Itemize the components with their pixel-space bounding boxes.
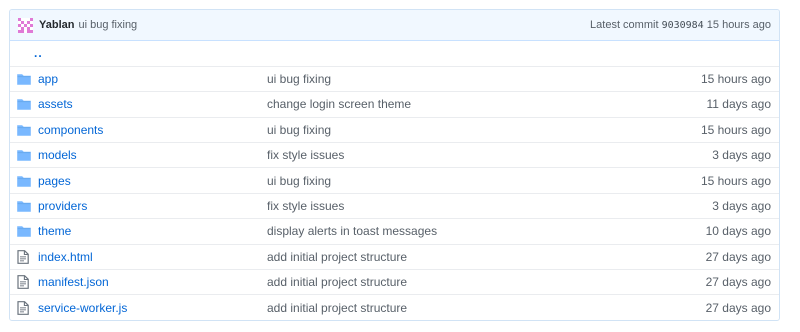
file-name-link[interactable]: pages <box>38 174 71 188</box>
file-name-link[interactable]: components <box>38 123 103 137</box>
commit-age: 27 days ago <box>705 300 771 315</box>
file-name-cell: pages <box>38 168 267 193</box>
commit-message-link[interactable]: fix style issues <box>267 199 344 213</box>
folder-icon <box>10 193 38 218</box>
file-icon <box>10 244 38 269</box>
commit-age: 15 hours ago <box>700 173 771 188</box>
file-name-link[interactable]: manifest.json <box>38 275 109 289</box>
commit-age: 3 days ago <box>712 148 771 163</box>
file-name-cell: index.html <box>38 244 267 269</box>
commit-message-link[interactable]: ui bug fixing <box>78 19 137 31</box>
commit-message-cell: ui bug fixing <box>267 66 618 91</box>
file-table: .. app ui bug fixing 15 hours ago assets cha… <box>10 41 779 320</box>
file-name-cell: models <box>38 143 267 168</box>
commit-message-cell: ui bug fixing <box>267 117 618 142</box>
file-row[interactable]: index.html add initial project structure 2… <box>10 244 779 269</box>
file-icon <box>10 295 38 320</box>
commit-message-link[interactable]: ui bug fixing <box>267 123 331 137</box>
commit-message-cell: add initial project structure <box>267 244 618 269</box>
commit-message-cell: display alerts in toast messages <box>267 219 618 244</box>
file-name-link[interactable]: theme <box>38 224 71 238</box>
file-row[interactable]: manifest.json add initial project structu… <box>10 269 779 295</box>
file-name-cell: providers <box>38 193 267 218</box>
file-row[interactable]: app ui bug fixing 15 hours ago <box>10 66 779 91</box>
file-name-cell: theme <box>38 219 267 244</box>
file-name-cell: manifest.json <box>38 270 267 295</box>
file-row[interactable]: assets change login screen theme 11 days a… <box>10 91 779 117</box>
up-tree-row[interactable]: .. <box>10 41 779 66</box>
file-name-link[interactable]: service-worker.js <box>38 301 127 315</box>
commit-message-link[interactable]: ui bug fixing <box>267 72 331 86</box>
file-name-link[interactable]: providers <box>38 199 87 213</box>
file-name-link[interactable]: assets <box>38 97 73 111</box>
latest-commit-label: Latest commit <box>590 19 659 31</box>
commit-age: 15 hours ago <box>700 122 771 137</box>
file-name-cell: assets <box>38 92 267 117</box>
file-browser: Yablan ui bug fixing Latest commit 90309… <box>9 9 780 322</box>
folder-icon <box>10 168 38 193</box>
commit-message-cell: fix style issues <box>267 193 618 218</box>
file-name-link[interactable]: index.html <box>38 250 93 264</box>
commit-message-link[interactable]: ui bug fixing <box>267 174 331 188</box>
file-name-link[interactable]: app <box>38 72 58 86</box>
commit-age: 27 days ago <box>705 275 771 290</box>
commit-message-link[interactable]: add initial project structure <box>267 301 407 315</box>
file-row[interactable]: service-worker.js add initial project str… <box>10 294 779 320</box>
commit-message-cell: add initial project structure <box>267 295 618 320</box>
commit-age: 27 days ago <box>705 249 771 264</box>
file-name-link[interactable]: models <box>38 148 77 162</box>
commit-message-link[interactable]: add initial project structure <box>267 250 407 264</box>
commit-message-link[interactable]: change login screen theme <box>267 97 411 111</box>
commit-message-cell: add initial project structure <box>267 270 618 295</box>
folder-icon <box>10 92 38 117</box>
commit-message-link[interactable]: display alerts in toast messages <box>267 224 437 238</box>
folder-icon <box>10 117 38 142</box>
file-row[interactable]: theme display alerts in toast messages 10 … <box>10 218 779 244</box>
latest-commit-bar: Yablan ui bug fixing Latest commit 90309… <box>10 10 779 41</box>
commit-message-cell: fix style issues <box>267 143 618 168</box>
file-name-cell: service-worker.js <box>38 295 267 320</box>
author-avatar[interactable] <box>18 17 33 33</box>
commit-age: 15 hours ago <box>706 19 771 31</box>
file-row[interactable]: pages ui bug fixing 15 hours ago <box>10 167 779 193</box>
commit-age: 10 days ago <box>705 224 771 239</box>
file-name-cell: components <box>38 117 267 142</box>
commit-message-cell: change login screen theme <box>267 92 618 117</box>
file-name-cell: app <box>38 66 267 91</box>
file-row[interactable]: components ui bug fixing 15 hours ago <box>10 117 779 142</box>
folder-icon <box>10 143 38 168</box>
commit-message-cell: ui bug fixing <box>267 168 618 193</box>
commit-age: 15 hours ago <box>700 72 771 87</box>
commit-author-link[interactable]: Yablan <box>39 19 74 31</box>
commit-message-link[interactable]: add initial project structure <box>267 275 407 289</box>
commit-age: 3 days ago <box>712 199 771 214</box>
file-row[interactable]: models fix style issues 3 days ago <box>10 142 779 168</box>
commit-age: 11 days ago <box>706 97 772 112</box>
file-row[interactable]: providers fix style issues 3 days ago <box>10 193 779 218</box>
folder-icon <box>10 66 38 91</box>
commit-meta: Latest commit 9030984 15 hours ago <box>590 19 771 31</box>
commit-sha-link[interactable]: 9030984 <box>662 20 704 31</box>
folder-icon <box>10 219 38 244</box>
commit-message-link[interactable]: fix style issues <box>267 148 344 162</box>
up-tree-link[interactable]: .. <box>34 46 43 60</box>
file-icon <box>10 270 38 295</box>
